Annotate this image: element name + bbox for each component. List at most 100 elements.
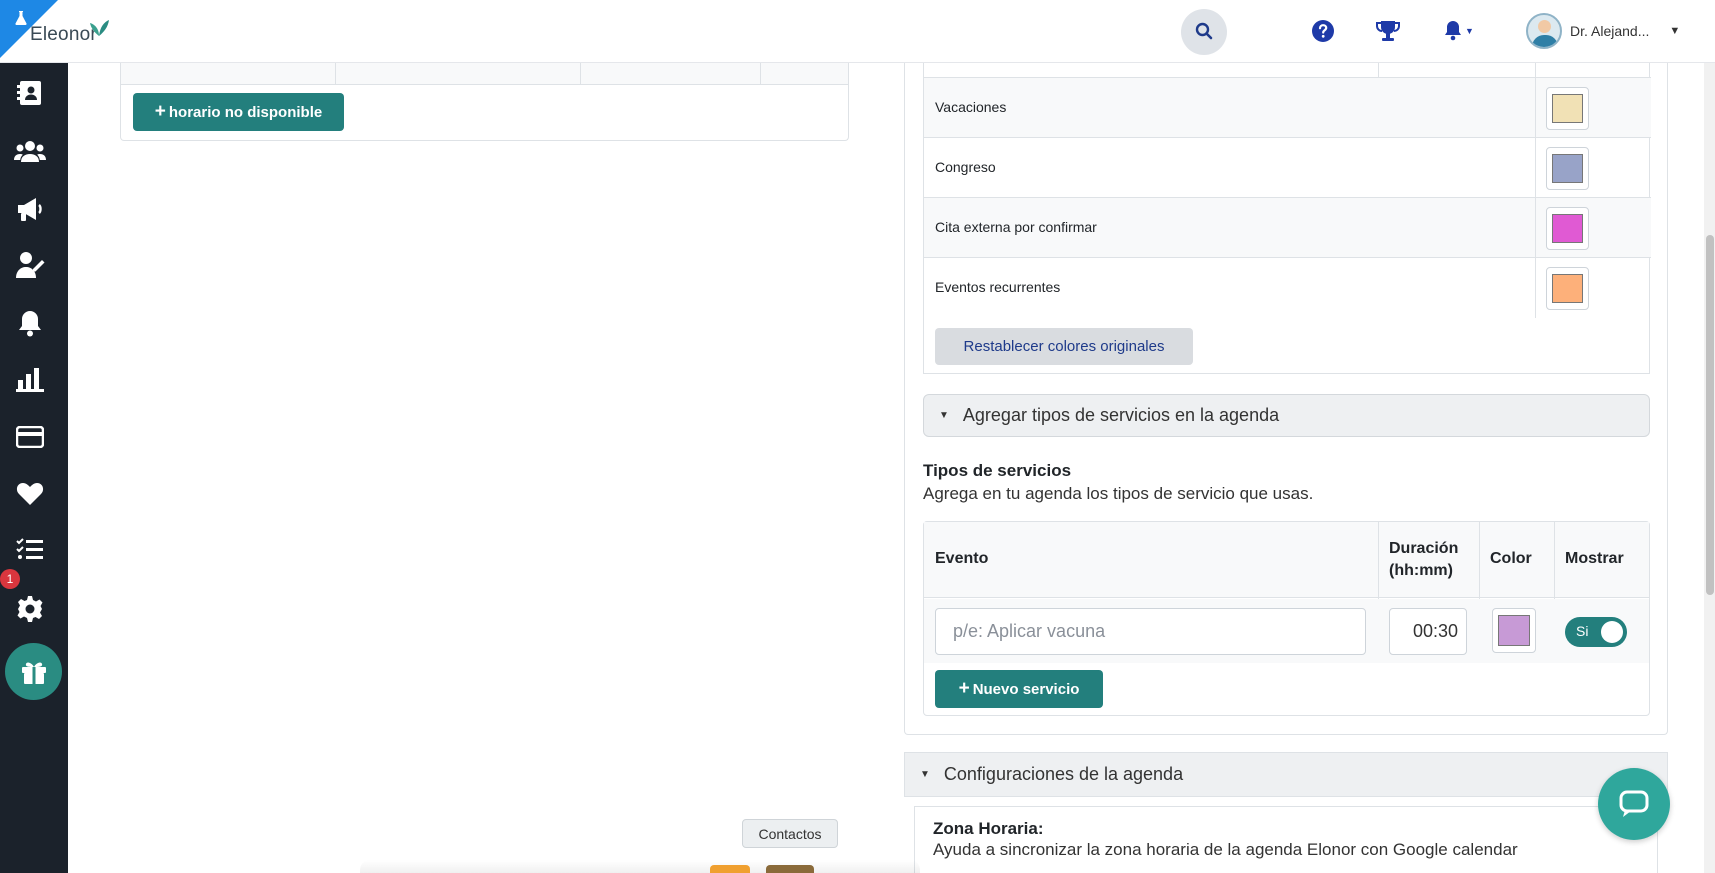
column-divider (1535, 258, 1536, 318)
timezone-title: Zona Horaria: (933, 819, 1044, 838)
timezone-subtitle: Ayuda a sincronizar la zona horaria de l… (933, 840, 1518, 859)
gift-icon (21, 662, 46, 684)
config-accordion-toggle[interactable]: ▼ Configuraciones de la agenda (904, 752, 1668, 797)
color-row-label: Congreso (935, 159, 996, 175)
chevron-down-icon[interactable]: ▼ (1669, 25, 1680, 37)
services-table: Evento Duración (hh:mm) Color Mostrar 00… (923, 521, 1650, 716)
timezone-card: Zona Horaria: Ayuda a sincronizar la zon… (914, 806, 1658, 873)
table-row: Cita externa por confirmar (924, 198, 1651, 258)
color-swatch (1552, 274, 1583, 303)
show-toggle[interactable]: Si (1565, 617, 1627, 647)
sidebar-item-favorites[interactable] (14, 477, 46, 509)
column-divider (1535, 63, 1536, 78)
color-picker-vacaciones[interactable] (1546, 87, 1589, 130)
sidebar-item-reminders[interactable] (14, 307, 46, 339)
sidebar-item-marketing[interactable] (14, 193, 46, 225)
services-title: Tipos de servicios (923, 461, 1072, 480)
top-bar: Eleonor ▼ Dr. Alejand... ▼ (0, 0, 1715, 63)
search-button[interactable] (1181, 9, 1227, 55)
color-swatch (1552, 214, 1583, 243)
caret-down-icon: ▼ (1465, 26, 1474, 36)
service-color-picker[interactable] (1492, 608, 1536, 653)
service-name-input[interactable] (935, 608, 1366, 655)
dock-item[interactable] (710, 865, 750, 873)
table-row: Eventos recurrentes (924, 258, 1651, 318)
color-swatch (1552, 154, 1583, 183)
color-picker-cita-externa[interactable] (1546, 207, 1589, 250)
caret-down-icon: ▼ (920, 769, 930, 780)
reset-colors-button[interactable]: Restablecer colores originales (935, 328, 1193, 365)
chat-button[interactable] (1598, 768, 1670, 840)
chat-icon (1619, 790, 1649, 817)
sidebar-item-tasks[interactable] (14, 533, 46, 565)
column-header-color: Color (1490, 550, 1532, 567)
scrollbar-thumb[interactable] (1706, 235, 1714, 595)
sidebar-item-patients[interactable] (14, 135, 46, 167)
accordion-title: Configuraciones de la agenda (943, 764, 1184, 784)
color-swatch (1498, 615, 1530, 646)
sidebar-item-payments[interactable] (14, 421, 46, 453)
sidebar-item-reports[interactable] (14, 363, 46, 395)
unavailable-hours-card: + horario no disponible (120, 55, 849, 141)
caret-down-icon: ▼ (939, 410, 949, 421)
add-unavailable-label: horario no disponible (168, 103, 323, 121)
avatar (1526, 13, 1562, 49)
search-icon (1195, 22, 1213, 43)
bell-icon (1442, 19, 1464, 44)
event-colors-table: Vacaciones Congreso Cita externa por con… (923, 63, 1651, 374)
contacts-tooltip: Contactos (742, 819, 838, 848)
sidebar-item-contacts[interactable] (14, 77, 46, 109)
dock-item-contacts[interactable] (766, 865, 814, 873)
megaphone-icon (18, 198, 42, 221)
column-divider (1535, 78, 1536, 138)
notification-badge: 1 (0, 569, 20, 589)
duration-input[interactable]: 00:30 (1389, 608, 1467, 655)
gift-button[interactable] (5, 643, 62, 700)
brand-name[interactable]: Eleonor (30, 24, 97, 46)
bell-icon (19, 311, 41, 337)
column-header-duration: Duración (hh:mm) (1389, 540, 1459, 579)
credit-card-icon (16, 426, 44, 448)
bar-chart-icon (16, 368, 44, 392)
new-service-button[interactable]: + Nuevo servicio (935, 670, 1103, 708)
table-row: 00:30 Si (924, 599, 1649, 663)
user-name: Dr. Alejand... (1570, 23, 1650, 39)
accordion-title: Agregar tipos de servicios en la agenda (962, 405, 1280, 425)
leaf-icon (88, 16, 110, 38)
toggle-label: Si (1576, 623, 1589, 639)
contacts-book-icon (17, 81, 41, 105)
notifications-button[interactable]: ▼ (1440, 18, 1476, 44)
color-swatch (1552, 94, 1583, 123)
color-row-label: Vacaciones (935, 99, 1007, 115)
checklist-icon (16, 538, 43, 559)
plus-icon: + (154, 101, 166, 122)
column-divider (1535, 138, 1536, 198)
sidebar-item-doctors[interactable] (14, 249, 46, 281)
flask-icon (15, 11, 27, 28)
add-unavailable-button[interactable]: + horario no disponible (133, 93, 344, 131)
color-picker-eventos-recurrentes[interactable] (1546, 267, 1589, 310)
doctor-icon (16, 252, 45, 278)
help-icon[interactable] (1310, 18, 1336, 44)
column-header-show: Mostrar (1565, 550, 1624, 567)
table-row: Vacaciones (924, 78, 1651, 138)
column-divider (1535, 198, 1536, 258)
color-row-label: Cita externa por confirmar (935, 219, 1097, 235)
table-row (924, 63, 1651, 78)
gear-icon (17, 596, 43, 622)
sidebar-item-settings[interactable] (14, 593, 46, 625)
user-menu[interactable]: Dr. Alejand... ▼ (1526, 13, 1680, 49)
column-divider (1378, 63, 1379, 78)
table-row: Congreso (924, 138, 1651, 198)
trophy-icon[interactable] (1375, 18, 1401, 44)
users-icon (14, 141, 46, 162)
color-row-label: Eventos recurrentes (935, 279, 1061, 295)
color-picker-congreso[interactable] (1546, 147, 1589, 190)
column-header-event: Evento (935, 550, 989, 567)
toggle-knob (1601, 621, 1623, 643)
services-subtitle: Agrega en tu agenda los tipos de servici… (923, 484, 1314, 503)
services-accordion-toggle[interactable]: ▼ Agregar tipos de servicios en la agend… (923, 394, 1650, 437)
sidebar: 1 (0, 63, 68, 873)
heart-icon (16, 483, 44, 505)
new-service-label: Nuevo servicio (972, 680, 1080, 698)
